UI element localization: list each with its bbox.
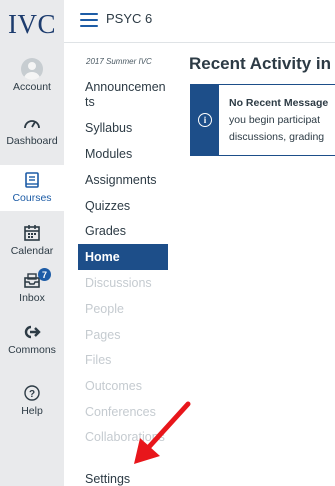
course-nav-assignments[interactable]: Assignments (78, 173, 168, 188)
course-nav-grades[interactable]: Grades (78, 224, 168, 239)
calendar-icon (24, 221, 40, 245)
course-nav-modules[interactable]: Modules (78, 147, 168, 162)
commons-arrow-icon (23, 320, 41, 344)
course-nav-syllabus[interactable]: Syllabus (78, 121, 168, 136)
institution-logo[interactable]: IVC (0, 0, 64, 48)
course-menu-toggle-icon[interactable] (80, 13, 98, 27)
alert-line-2: discussions, grading (229, 131, 325, 143)
course-nav-files[interactable]: Files (78, 353, 168, 368)
header-divider (64, 42, 335, 43)
no-recent-messages-alert: i No Recent Message you begin participat… (190, 84, 335, 156)
help-question-icon: ? (24, 381, 40, 405)
alert-line-1: you begin participat (229, 114, 321, 126)
global-nav-commons[interactable]: Commons (0, 320, 64, 357)
global-nav-courses[interactable]: Courses (0, 165, 64, 211)
global-navigation: IVC Account Dashboard Courses Calendar 7… (0, 0, 64, 486)
alert-icon-strip: i (191, 85, 219, 155)
svg-text:?: ? (29, 389, 35, 400)
global-nav-account[interactable]: Account (0, 57, 64, 94)
course-nav-discussions[interactable]: Discussions (78, 276, 168, 291)
annotation-arrow-icon (134, 401, 191, 464)
alert-heading: No Recent Message (229, 97, 329, 109)
alert-message: No Recent Message you begin participat d… (229, 95, 335, 146)
info-icon: i (198, 113, 212, 127)
user-avatar-icon (21, 57, 43, 81)
course-nav-quizzes[interactable]: Quizzes (78, 199, 168, 214)
inbox-unread-badge: 7 (38, 268, 51, 281)
course-nav-home[interactable]: Home (78, 244, 168, 270)
logo-text: IVC (8, 8, 56, 39)
global-nav-calendar-label: Calendar (10, 245, 54, 257)
course-nav-outcomes[interactable]: Outcomes (78, 379, 168, 394)
dashboard-gauge-icon (23, 111, 41, 135)
inbox-icon: 7 (0, 268, 64, 292)
course-nav-people[interactable]: People (78, 302, 168, 317)
global-nav-courses-label: Courses (12, 192, 52, 204)
global-nav-commons-label: Commons (8, 344, 56, 356)
breadcrumb-course[interactable]: PSYC 6 (106, 11, 152, 26)
course-nav-settings[interactable]: Settings (78, 472, 168, 486)
course-nav-announcements[interactable]: Announcements (78, 80, 168, 110)
global-nav-help[interactable]: ? Help (0, 381, 64, 418)
global-nav-inbox-label: Inbox (19, 292, 45, 304)
global-nav-inbox[interactable]: 7 Inbox (0, 268, 64, 305)
global-nav-account-label: Account (13, 81, 51, 93)
global-nav-dashboard-label: Dashboard (6, 135, 58, 147)
page-title: Recent Activity in (189, 54, 332, 73)
courses-book-icon (25, 168, 39, 192)
global-nav-help-label: Help (21, 405, 43, 417)
course-term: 2017 Summer IVC (86, 57, 152, 66)
course-nav-pages[interactable]: Pages (78, 328, 168, 343)
global-nav-dashboard[interactable]: Dashboard (0, 111, 64, 148)
global-nav-calendar[interactable]: Calendar (0, 221, 64, 258)
